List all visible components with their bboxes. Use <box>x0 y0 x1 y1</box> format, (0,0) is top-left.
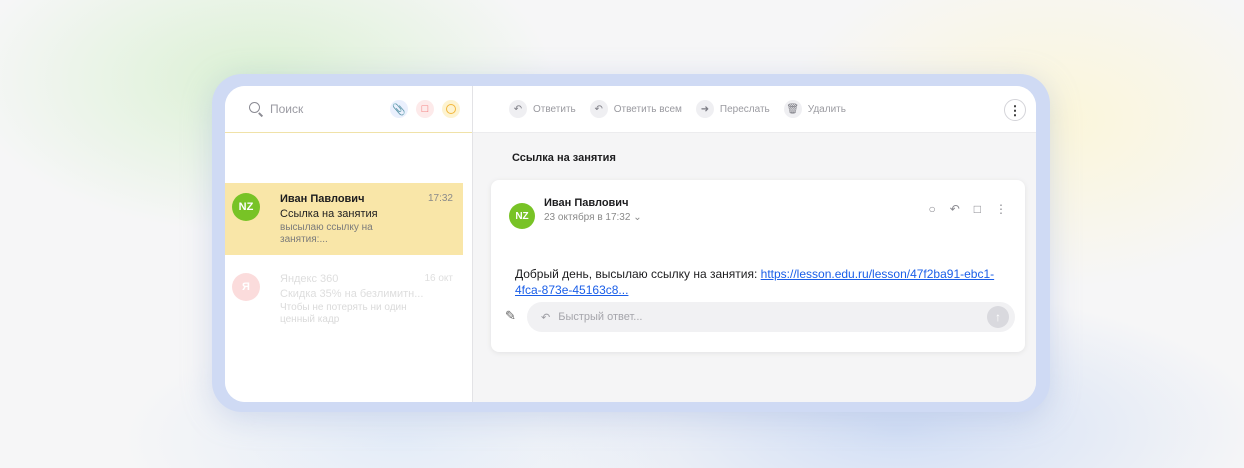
list-item[interactable]: Я Яндекс 360 16 окт Скидка 35% на безлим… <box>225 263 463 335</box>
quick-reply-field[interactable]: ↶ Быстрый ответ... ↑ <box>527 302 1015 332</box>
mark-read-icon[interactable]: ○ <box>928 202 935 216</box>
message-preview: Чтобы не потерять ни один ценный кадр <box>280 302 407 325</box>
reading-pane: ↶ Ответить ↶ Ответить всем ➜ Переслать 🗑… <box>473 86 1036 402</box>
avatar: NZ <box>232 193 260 221</box>
message-subject: Ссылка на занятия <box>280 208 378 220</box>
search-bar[interactable]: Поиск 📎 □ <box>225 86 472 133</box>
message-subject: Скидка 35% на безлимитн... <box>280 288 424 300</box>
list-item[interactable]: NZ Иван Павлович 17:32 Ссылка на занятия… <box>225 183 463 255</box>
reply-all-label: Ответить всем <box>613 103 682 115</box>
quick-reply-placeholder: Быстрый ответ... <box>558 311 643 323</box>
bookmark-icon[interactable]: □ <box>416 100 434 118</box>
message-sender: Яндекс 360 <box>280 273 339 285</box>
paperclip-icon[interactable]: 📎 <box>390 100 408 118</box>
reply-button[interactable]: ↶ Ответить <box>509 100 576 118</box>
unread-dot-icon[interactable] <box>442 100 460 118</box>
trash-icon: 🗑 <box>783 100 802 118</box>
reply-all-button[interactable]: ↶ Ответить всем <box>589 100 682 118</box>
message-list-pane: Поиск 📎 □ NZ Иван Павлович 17:32 Ссылка … <box>225 86 473 402</box>
message-date[interactable]: 23 октября в 17:32 ⌄ <box>544 212 642 223</box>
reply-icon: ↶ <box>509 100 527 118</box>
reply-all-icon: ↶ <box>589 100 608 118</box>
thread-title: Ссылка на занятия <box>512 152 616 164</box>
reply-icon[interactable]: ↶ <box>950 202 960 216</box>
compose-icon[interactable]: ✎ <box>505 309 519 323</box>
search-icon <box>249 102 264 117</box>
more-options-icon[interactable]: ⋮ <box>1004 99 1026 121</box>
bookmark-icon[interactable]: □ <box>974 202 981 216</box>
message-actions: ○ ↶ □ ⋮ <box>928 202 1007 216</box>
message-card: NZ Иван Павлович 23 октября в 17:32 ⌄ ○ … <box>491 180 1025 352</box>
search-input[interactable]: Поиск <box>270 102 382 116</box>
message-sender[interactable]: Иван Павлович <box>544 197 628 209</box>
message-time: 17:32 <box>427 193 453 204</box>
message-toolbar: ↶ Ответить ↶ Ответить всем ➜ Переслать 🗑… <box>473 86 1036 133</box>
avatar: Я <box>232 273 260 301</box>
message-preview: высылаю ссылку на занятия:... <box>280 222 373 245</box>
message-body: Добрый день, высылаю ссылку на занятия: … <box>515 267 995 297</box>
message-time: 16 окт <box>424 273 453 284</box>
reply-label: Ответить <box>533 103 576 115</box>
delete-button[interactable]: 🗑 Удалить <box>783 100 846 118</box>
forward-icon: ➜ <box>695 100 714 118</box>
forward-label: Переслать <box>719 103 770 115</box>
send-icon[interactable]: ↑ <box>987 306 1009 328</box>
avatar: NZ <box>509 203 535 229</box>
message-sender: Иван Павлович <box>280 193 365 205</box>
more-options-icon[interactable]: ⋮ <box>995 202 1007 216</box>
mail-window: Поиск 📎 □ NZ Иван Павлович 17:32 Ссылка … <box>225 86 1036 402</box>
delete-label: Удалить <box>807 103 846 115</box>
reply-icon: ↶ <box>541 311 551 324</box>
forward-button[interactable]: ➜ Переслать <box>695 100 770 118</box>
